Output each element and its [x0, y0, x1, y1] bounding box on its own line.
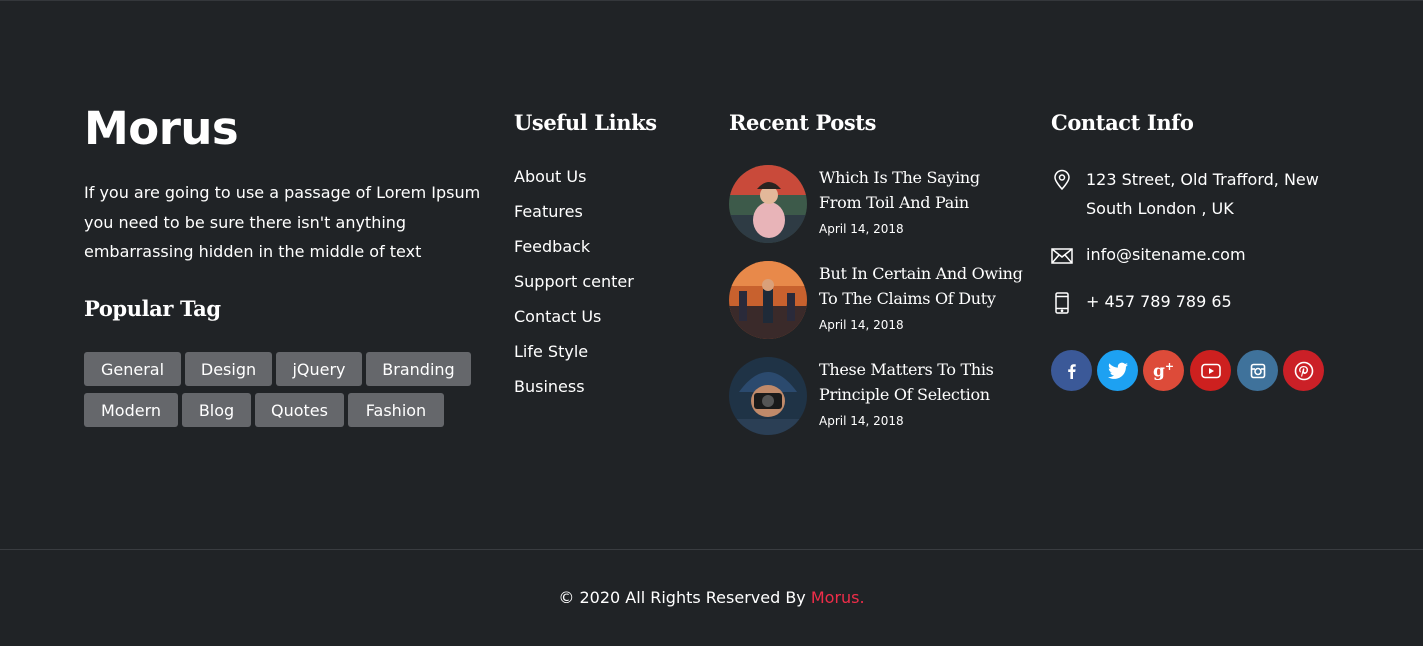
tag-branding[interactable]: Branding: [366, 352, 471, 386]
twitter-icon[interactable]: [1097, 350, 1138, 391]
contact-info-heading: Contact Info: [1051, 110, 1194, 135]
tag-general[interactable]: General: [84, 352, 181, 386]
logo[interactable]: Morus: [84, 104, 239, 154]
post-date: April 14, 2018: [819, 318, 904, 332]
tag-modern[interactable]: Modern: [84, 393, 178, 427]
link-support-center[interactable]: Support center: [514, 272, 634, 291]
instagram-icon[interactable]: [1237, 350, 1278, 391]
tag-fashion[interactable]: Fashion: [348, 393, 444, 427]
facebook-icon[interactable]: [1051, 350, 1092, 391]
tag-blog[interactable]: Blog: [182, 393, 251, 427]
post-item[interactable]: Which Is The Saying From Toil And Pain A…: [729, 165, 1029, 245]
bottom-divider: [0, 549, 1423, 550]
link-contact-us[interactable]: Contact Us: [514, 307, 601, 326]
recent-posts-heading: Recent Posts: [729, 110, 877, 135]
link-feedback[interactable]: Feedback: [514, 237, 590, 256]
post-thumbnail[interactable]: [729, 165, 807, 243]
top-divider: [0, 0, 1423, 1]
useful-links-heading: Useful Links: [514, 110, 657, 135]
phone-icon: [1051, 292, 1073, 314]
copyright-text: © 2020 All Rights Reserved By: [558, 588, 811, 607]
tag-quotes[interactable]: Quotes: [255, 393, 344, 427]
tag-jquery[interactable]: jQuery: [276, 352, 362, 386]
contact-email[interactable]: info@sitename.com: [1086, 240, 1326, 269]
post-item[interactable]: But In Certain And Owing To The Claims O…: [729, 261, 1029, 341]
popular-tag-heading: Popular Tag: [84, 296, 221, 321]
post-title[interactable]: Which Is The Saying From Toil And Pain: [819, 165, 1024, 215]
link-life-style[interactable]: Life Style: [514, 342, 588, 361]
post-title[interactable]: But In Certain And Owing To The Claims O…: [819, 261, 1024, 311]
contact-phone[interactable]: + 457 789 789 65: [1086, 287, 1326, 316]
link-about-us[interactable]: About Us: [514, 167, 586, 186]
post-date: April 14, 2018: [819, 222, 904, 236]
copyright: © 2020 All Rights Reserved By Morus.: [0, 588, 1423, 607]
copyright-brand-link[interactable]: Morus.: [811, 588, 865, 607]
link-business[interactable]: Business: [514, 377, 585, 396]
post-title[interactable]: These Matters To This Principle Of Selec…: [819, 357, 1024, 407]
map-pin-icon: [1051, 169, 1073, 191]
post-date: April 14, 2018: [819, 414, 904, 428]
envelope-icon: [1051, 245, 1073, 267]
about-text: If you are going to use a passage of Lor…: [84, 183, 481, 261]
contact-address: 123 Street, Old Trafford, New South Lond…: [1086, 170, 1319, 218]
post-item[interactable]: These Matters To This Principle Of Selec…: [729, 357, 1029, 437]
google-plus-icon[interactable]: g+: [1143, 350, 1184, 391]
pinterest-icon[interactable]: [1283, 350, 1324, 391]
post-thumbnail[interactable]: [729, 357, 807, 435]
link-features[interactable]: Features: [514, 202, 583, 221]
youtube-icon[interactable]: [1190, 350, 1231, 391]
post-thumbnail[interactable]: [729, 261, 807, 339]
tag-design[interactable]: Design: [185, 352, 272, 386]
